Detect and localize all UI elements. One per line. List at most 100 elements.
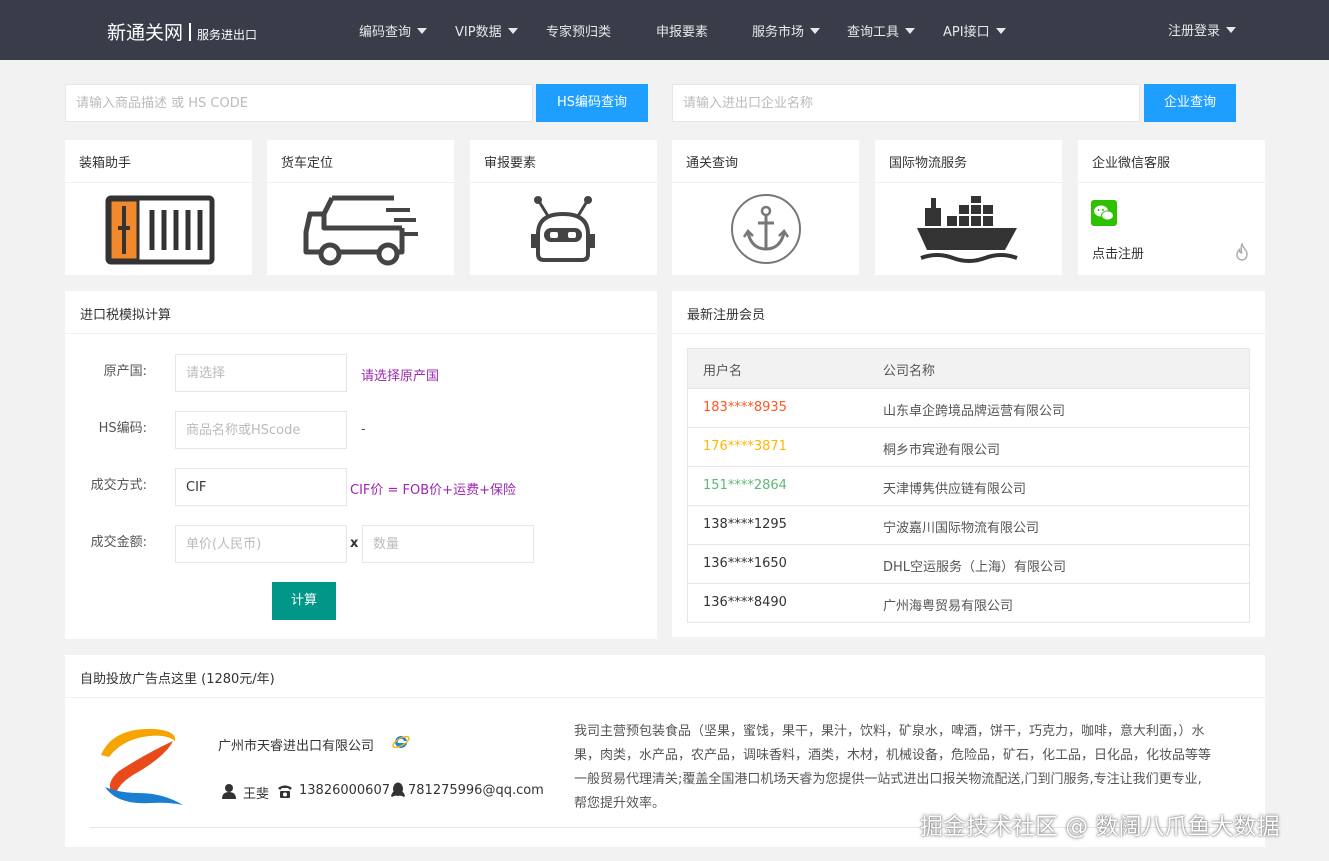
nav-declaration-elements[interactable]: 申报要素 xyxy=(656,21,708,40)
nav-vip-data[interactable]: VIP数据 xyxy=(455,21,518,40)
ad-phone-number[interactable]: 13826000607 xyxy=(299,783,390,798)
watermark-text: 掘金技术社区 @ 数阔八爪鱼大数据 xyxy=(920,814,1280,840)
ad-qq-email[interactable]: 781275996@qq.com xyxy=(408,783,544,798)
table-row[interactable]: 151****2864 天津博隽供应链有限公司 xyxy=(688,466,1249,505)
table-row[interactable]: 136****1650 DHL空运服务（上海）有限公司 xyxy=(688,544,1249,583)
company-logo xyxy=(101,728,183,805)
nav-label: VIP数据 xyxy=(455,25,502,40)
table-row[interactable]: 138****1295 宁波嘉川国际物流有限公司 xyxy=(688,505,1249,544)
hs-code-field[interactable] xyxy=(175,411,347,449)
import-tax-calculator-panel: 进口税模拟计算 原产国: 请选择原产国 HS编码: - 成交方式: CIF价 =… xyxy=(65,291,657,639)
panel-divider xyxy=(65,333,657,334)
unit-price-field[interactable] xyxy=(175,525,347,563)
tile-title: 货车定位 xyxy=(281,156,334,171)
tile-divider xyxy=(875,182,1062,183)
cargo-ship-icon xyxy=(917,196,1018,263)
wechat-icon xyxy=(1091,200,1117,226)
member-username: 176****3871 xyxy=(703,439,787,454)
nav-expert-classification[interactable]: 专家预归类 xyxy=(546,21,611,40)
nav-api[interactable]: API接口 xyxy=(943,21,1006,40)
member-company: 天津博隽供应链有限公司 xyxy=(883,482,1027,497)
tile-wechat-service[interactable]: 企业微信客服 点击注册 xyxy=(1078,140,1265,275)
calculate-button[interactable]: 计算 xyxy=(272,582,336,620)
member-company: DHL空运服务（上海）有限公司 xyxy=(883,560,1067,575)
transaction-amount-label: 成交金额: xyxy=(90,535,147,550)
logo-divider xyxy=(189,23,192,41)
nav-label: 专家预归类 xyxy=(546,25,612,40)
tile-title: 装箱助手 xyxy=(79,156,132,171)
panel-title: 最新注册会员 xyxy=(687,308,766,323)
container-icon xyxy=(105,195,215,265)
tile-title: 国际物流服务 xyxy=(889,156,968,171)
trade-terms-formula: CIF价 = FOB价+运费+保险 xyxy=(350,483,516,498)
column-header-company: 公司名称 xyxy=(883,364,936,379)
nav-code-query[interactable]: 编码查询 xyxy=(359,21,428,40)
logo-sub-text: 服务进出口 xyxy=(197,28,258,42)
ad-contact-name: 王斐 xyxy=(243,787,270,802)
tile-truck-location[interactable]: 货车定位 xyxy=(267,140,454,275)
nav-label: API接口 xyxy=(943,25,990,40)
tile-divider xyxy=(672,182,859,183)
phone-icon xyxy=(278,785,292,798)
tile-divider xyxy=(267,182,454,183)
nav-register-login[interactable]: 注册登录 xyxy=(1168,20,1237,39)
nav-query-tools[interactable]: 查询工具 xyxy=(847,21,916,40)
company-search-button[interactable]: 企业查询 xyxy=(1144,84,1236,122)
trade-terms-field[interactable] xyxy=(175,468,347,506)
tile-divider xyxy=(1078,182,1265,183)
panel-divider xyxy=(65,697,1265,698)
hs-code-label: HS编码: xyxy=(98,421,147,436)
user-icon xyxy=(222,784,236,799)
tile-international-logistics[interactable]: 国际物流服务 xyxy=(875,140,1062,275)
chevron-down-icon xyxy=(507,28,518,34)
table-header-row: 用户名 公司名称 xyxy=(688,349,1249,388)
logo-main-text: 新通关网 xyxy=(107,22,184,44)
table-row[interactable]: 136****8490 广州海粤贸易有限公司 xyxy=(688,583,1249,622)
members-table: 用户名 公司名称 183****8935 山东卓企跨境品牌运营有限公司 176**… xyxy=(687,348,1250,623)
nav-service-market[interactable]: 服务市场 xyxy=(752,21,821,40)
ad-description: 我司主营预包装食品（坚果，蜜饯，果干，果汁，饮料，矿泉水，啤酒，饼干，巧克力，咖… xyxy=(574,724,1212,811)
fire-icon xyxy=(1236,243,1248,261)
tile-packing-assistant[interactable]: 装箱助手 xyxy=(65,140,252,275)
top-navbar: 新通关网 服务进出口 编码查询 VIP数据 专家预归类 申报要素 服务市场 查询工… xyxy=(0,0,1329,60)
tile-divider xyxy=(65,182,252,183)
hs-code-search-button[interactable]: HS编码查询 xyxy=(536,84,648,122)
table-row[interactable]: 176****3871 桐乡市宾逊有限公司 xyxy=(688,427,1249,466)
ad-panel-title[interactable]: 自助投放广告点这里 (1280元/年) xyxy=(80,668,275,687)
member-username: 183****8935 xyxy=(703,400,787,415)
tile-title: 企业微信客服 xyxy=(1092,156,1171,171)
table-row[interactable]: 183****8935 山东卓企跨境品牌运营有限公司 xyxy=(688,388,1249,427)
chevron-down-icon xyxy=(905,28,916,34)
tile-title: 审报要素 xyxy=(484,156,537,171)
member-company: 广州海粤贸易有限公司 xyxy=(883,599,1014,614)
hs-code-search-input[interactable] xyxy=(65,84,533,122)
nav-label: 查询工具 xyxy=(847,25,900,40)
origin-country-hint[interactable]: 请选择原产国 xyxy=(361,365,439,384)
nav-label: 编码查询 xyxy=(359,25,412,40)
origin-country-label: 原产国: xyxy=(103,364,147,379)
wechat-register-link[interactable]: 点击注册 xyxy=(1092,243,1144,262)
nav-label: 服务市场 xyxy=(752,25,805,40)
latest-members-panel: 最新注册会员 用户名 公司名称 183****8935 山东卓企跨境品牌运营有限公… xyxy=(672,291,1265,637)
origin-country-select[interactable] xyxy=(175,354,347,392)
qq-icon xyxy=(391,782,405,797)
member-username: 136****1650 xyxy=(703,556,787,571)
ie-browser-icon xyxy=(392,735,410,749)
tile-declaration-elements[interactable]: 审报要素 xyxy=(470,140,657,275)
site-logo[interactable]: 新通关网 服务进出口 xyxy=(107,18,257,45)
chevron-down-icon xyxy=(810,28,821,34)
chevron-down-icon xyxy=(995,28,1006,34)
member-username: 151****2864 xyxy=(703,478,787,493)
trade-terms-label: 成交方式: xyxy=(90,478,147,493)
ad-company-name[interactable]: 广州市天睿进出口有限公司 xyxy=(218,735,374,754)
member-company: 山东卓企跨境品牌运营有限公司 xyxy=(883,404,1066,419)
tile-divider xyxy=(470,182,657,183)
nav-label: 注册登录 xyxy=(1168,24,1221,39)
chevron-down-icon xyxy=(417,28,428,34)
company-search-input[interactable] xyxy=(672,84,1140,122)
chevron-down-icon xyxy=(1226,27,1237,33)
tile-customs-query[interactable]: 通关查询 xyxy=(672,140,859,275)
quantity-field[interactable] xyxy=(362,525,534,563)
member-username: 138****1295 xyxy=(703,517,787,532)
multiply-sign: x xyxy=(350,536,359,551)
